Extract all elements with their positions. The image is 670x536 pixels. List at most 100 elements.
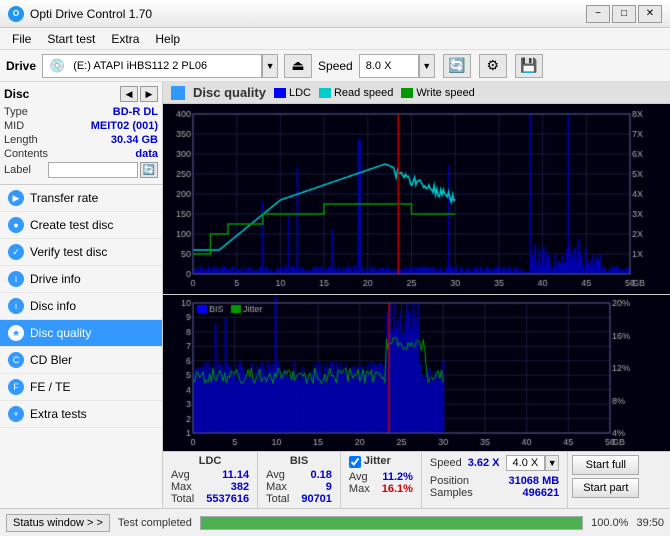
nav-transfer-rate[interactable]: ▶ Transfer rate	[0, 185, 162, 212]
drive-dropdown[interactable]: 💿 (E:) ATAPI iHBS112 2 PL06	[42, 54, 262, 78]
menu-help[interactable]: Help	[147, 30, 188, 48]
start-buttons: Start full Start part	[568, 452, 643, 508]
eject-button[interactable]: ⏏	[284, 54, 312, 78]
legend-ldc-label: LDC	[289, 87, 311, 99]
nav-verify-test-disc[interactable]: ✓ Verify test disc	[0, 239, 162, 266]
chart-bottom	[163, 295, 670, 451]
disc-info-icon: i	[8, 298, 24, 314]
drive-dropdown-arrow[interactable]: ▼	[262, 54, 278, 78]
drive-info-icon: i	[8, 271, 24, 287]
nav-drive-info-label: Drive info	[30, 272, 81, 286]
refresh-button[interactable]: 🔄	[443, 54, 471, 78]
disc-label-button[interactable]: 🔄	[140, 162, 158, 178]
status-window-label: Status window > >	[13, 517, 103, 529]
ldc-avg-label: Avg	[171, 469, 190, 481]
jitter-avg-label: Avg	[349, 471, 368, 483]
ldc-max-row: Max 382	[171, 481, 249, 493]
jitter-avg-row: Avg 11.2%	[349, 471, 413, 483]
chart-top	[163, 104, 670, 295]
ldc-total-row: Total 5537616	[171, 493, 249, 505]
disc-mid-label: MID	[4, 120, 24, 132]
app-icon: O	[8, 6, 24, 22]
ldc-stats: LDC Avg 11.14 Max 382 Total 5537616	[163, 452, 258, 508]
close-button[interactable]: ✕	[638, 5, 662, 23]
speed-dropdown-arrow[interactable]: ▼	[545, 455, 559, 471]
sidebar: Disc ◀ ▶ Type BD-R DL MID MEIT02 (001) L…	[0, 82, 163, 508]
disc-mid-value: MEIT02 (001)	[91, 120, 158, 132]
bis-max-label: Max	[266, 481, 287, 493]
verify-test-disc-icon: ✓	[8, 244, 24, 260]
nav-extra-tests[interactable]: + Extra tests	[0, 401, 162, 428]
speed-dropdown-arrow[interactable]: ▼	[419, 54, 435, 78]
create-test-disc-icon: ●	[8, 217, 24, 233]
legend-write-speed: Write speed	[401, 87, 475, 99]
nav-drive-info[interactable]: i Drive info	[0, 266, 162, 293]
disc-contents-value: data	[135, 148, 158, 160]
fe-te-icon: F	[8, 379, 24, 395]
progress-bar	[200, 516, 583, 530]
nav-cd-bler-label: CD Bler	[30, 353, 72, 367]
nav-create-test-disc[interactable]: ● Create test disc	[0, 212, 162, 239]
bis-stats: BIS Avg 0.18 Max 9 Total 90701	[258, 452, 341, 508]
jitter-avg-value: 11.2%	[382, 471, 413, 483]
charts-area	[163, 104, 670, 451]
samples-label: Samples	[430, 487, 473, 499]
ldc-total-value: 5537616	[206, 493, 249, 505]
cd-bler-icon: C	[8, 352, 24, 368]
minimize-button[interactable]: −	[586, 5, 610, 23]
bis-max-row: Max 9	[266, 481, 332, 493]
ldc-avg-row: Avg 11.14	[171, 469, 249, 481]
chart-title: Disc quality	[193, 85, 266, 100]
speed-stat-dropdown[interactable]: 4.0 X	[506, 455, 546, 471]
disc-label-row: Label 🔄	[4, 162, 158, 178]
disc-nav-left[interactable]: ◀	[120, 86, 138, 102]
disc-type-row: Type BD-R DL	[4, 106, 158, 118]
jitter-checkbox[interactable]	[349, 456, 361, 468]
bis-avg-label: Avg	[266, 469, 285, 481]
disc-title: Disc	[4, 87, 29, 101]
nav-cd-bler[interactable]: C CD Bler	[0, 347, 162, 374]
legend-ldc-box	[274, 88, 286, 98]
title-bar-left: O Opti Drive Control 1.70	[8, 6, 152, 22]
right-content: Disc quality LDC Read speed Write speed	[163, 82, 670, 508]
nav-disc-info[interactable]: i Disc info	[0, 293, 162, 320]
nav-fe-te[interactable]: F FE / TE	[0, 374, 162, 401]
stats-footer: LDC Avg 11.14 Max 382 Total 5537616 BIS	[163, 451, 670, 508]
legend-read-speed: Read speed	[319, 87, 393, 99]
disc-nav-right[interactable]: ▶	[140, 86, 158, 102]
disc-label-input[interactable]	[48, 162, 138, 178]
legend-read-speed-label: Read speed	[334, 87, 393, 99]
app-title: Opti Drive Control 1.70	[30, 7, 152, 21]
bis-max-value: 9	[326, 481, 332, 493]
speed-dropdown[interactable]: 8.0 X	[359, 54, 419, 78]
start-full-button[interactable]: Start full	[572, 455, 639, 475]
nav-extra-tests-label: Extra tests	[30, 407, 87, 421]
disc-length-value: 30.34 GB	[111, 134, 158, 146]
bis-total-value: 90701	[301, 493, 332, 505]
jitter-stats: Jitter Avg 11.2% Max 16.1%	[341, 452, 422, 508]
menu-file[interactable]: File	[4, 30, 39, 48]
completed-text: Test completed	[118, 517, 192, 529]
nav-disc-quality-label: Disc quality	[30, 326, 91, 340]
jitter-max-value: 16.1%	[382, 483, 413, 495]
position-row: Position 31068 MB	[430, 475, 559, 487]
start-part-button[interactable]: Start part	[572, 478, 639, 498]
nav-transfer-rate-label: Transfer rate	[30, 191, 98, 205]
settings-button[interactable]: ⚙	[479, 54, 507, 78]
nav-disc-quality[interactable]: ★ Disc quality	[0, 320, 162, 347]
ldc-header: LDC	[171, 455, 249, 467]
disc-length-label: Length	[4, 134, 38, 146]
maximize-button[interactable]: □	[612, 5, 636, 23]
nav-disc-info-label: Disc info	[30, 299, 76, 313]
save-button[interactable]: 💾	[515, 54, 543, 78]
menu-extra[interactable]: Extra	[103, 30, 147, 48]
chart-title-icon	[171, 86, 185, 100]
speed-stat-value: 3.62 X	[468, 457, 500, 469]
menu-start-test[interactable]: Start test	[39, 30, 103, 48]
jitter-checkbox-row: Jitter	[349, 455, 413, 469]
status-window-button[interactable]: Status window > >	[6, 514, 110, 532]
bis-avg-row: Avg 0.18	[266, 469, 332, 481]
nav-fe-te-label: FE / TE	[30, 380, 70, 394]
disc-mid-row: MID MEIT02 (001)	[4, 120, 158, 132]
time-display: 39:50	[636, 517, 664, 529]
